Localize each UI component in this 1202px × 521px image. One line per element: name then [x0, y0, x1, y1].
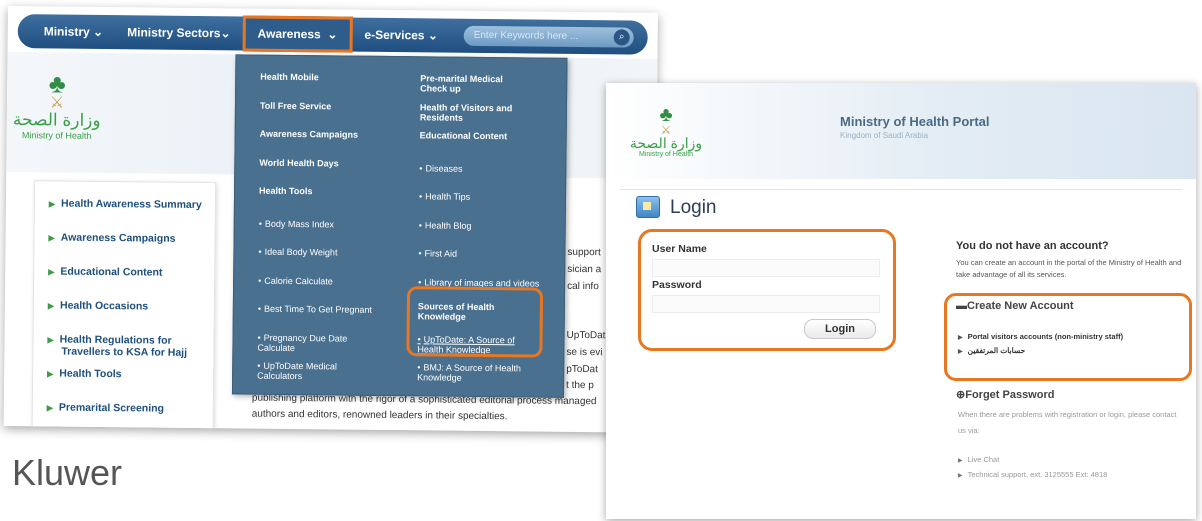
triangle-right-icon: ▶	[47, 301, 55, 311]
nav-ministry[interactable]: Ministry ⌄	[32, 14, 116, 49]
bullet-icon: •	[418, 191, 423, 202]
menu-item-health-blog[interactable]: • Health Blog	[419, 220, 559, 231]
menu-item-pregnancy-due-date[interactable]: • Pregnancy Due Date Calculate	[257, 333, 367, 354]
triangle-right-icon: ▶	[958, 473, 963, 479]
chevron-down-icon: ⌄	[93, 24, 104, 39]
sidebar-item-educational-content[interactable]: ▶ Educational Content	[48, 265, 208, 279]
forget-password-description: When there are problems with registratio…	[958, 410, 1177, 435]
login-heading: Login	[670, 197, 717, 218]
body-text-fragment: UpToDat	[566, 329, 606, 342]
search-icon[interactable]: ⌕	[613, 29, 630, 46]
menu-item-awareness-campaigns[interactable]: Awareness Campaigns	[260, 129, 400, 140]
create-account-highlight-box	[944, 293, 1192, 381]
menu-item-health-visitors-residents[interactable]: Health of Visitors and Residents	[420, 102, 540, 123]
sidebar-item-awareness-campaigns[interactable]: ▶ Awareness Campaigns	[49, 231, 209, 245]
sidebar-item-health-occasions[interactable]: ▶ Health Occasions	[48, 299, 208, 313]
palm-icon: ♣	[659, 104, 673, 126]
chevron-down-icon: ⌄	[427, 28, 438, 43]
sidebar-item-health-tools[interactable]: ▶ Health Tools	[47, 367, 207, 381]
triangle-right-icon: ▶	[958, 458, 963, 464]
caption-text: Kluwer	[12, 452, 123, 493]
forget-password-heading: ⊕Forget Password	[956, 389, 1055, 401]
body-text-line: authors and editors, renowned leaders in…	[251, 408, 508, 423]
ministry-logo[interactable]: ♣ ⚔ وزارة الصحة Ministry of Health	[7, 68, 108, 141]
menu-item-best-time-pregnant[interactable]: • Best Time To Get Pregnant	[258, 304, 398, 315]
body-text-fragment: cal info	[567, 280, 599, 293]
menu-item-toll-free-service[interactable]: Toll Free Service	[260, 101, 400, 112]
crossed-swords-icon: ⚔	[660, 123, 672, 137]
triangle-right-icon: ▶	[48, 267, 55, 277]
menu-item-body-mass-index[interactable]: • Body Mass Index	[259, 219, 399, 230]
portal-subtitle: Kingdom of Saudi Arabia	[840, 131, 929, 140]
sidebar-item-premarital-screening[interactable]: ▶ Premarital Screening	[47, 401, 207, 415]
ministry-logo[interactable]: ♣ ⚔ وزارة الصحة Ministry of Health	[626, 105, 706, 158]
body-text-fragment: support	[567, 246, 601, 259]
bullet-icon: •	[257, 303, 262, 314]
bullet-icon: •	[418, 248, 422, 259]
sidebar-item-health-awareness-summary[interactable]: ▶ Health Awareness Summary	[49, 197, 209, 211]
sources-highlight-box	[406, 286, 544, 358]
bullet-icon: •	[418, 220, 422, 231]
chevron-down-icon: ⌄	[327, 27, 338, 42]
menu-item-health-mobile[interactable]: Health Mobile	[260, 72, 400, 83]
menu-item-world-health-days[interactable]: World Health Days	[259, 158, 399, 169]
login-window-icon	[636, 196, 660, 218]
menu-item-calorie-calculate[interactable]: • Calorie Calculate	[258, 276, 398, 287]
sidebar-item-hajj-regulations[interactable]: ▶ Health Regulations for Travellers to KS…	[47, 333, 221, 359]
palm-icon: ♣	[48, 68, 66, 99]
live-chat-link[interactable]: ▶ Live Chat	[958, 455, 999, 464]
nav-awareness[interactable]: Awareness ⌄	[242, 15, 353, 53]
body-text-fragment: se is evi	[566, 346, 603, 359]
login-page-screenshot: ♣ ⚔ وزارة الصحة Ministry of Health Minis…	[606, 83, 1196, 519]
chevron-down-icon: ⌄	[220, 26, 231, 41]
triangle-right-icon: ▶	[46, 403, 53, 413]
bullet-icon: •	[258, 275, 262, 286]
portal-title: Ministry of Health Portal	[840, 114, 990, 129]
header-divider	[620, 189, 1182, 190]
menu-item-health-tools[interactable]: Health Tools	[259, 186, 399, 197]
nav-e-services[interactable]: e-Services ⌄	[352, 18, 450, 53]
triangle-right-icon: ▶	[47, 335, 54, 345]
body-text-fragment: pToDat	[566, 363, 598, 376]
no-account-heading: You do not have an account?	[956, 240, 1109, 252]
login-highlight-box	[638, 229, 896, 351]
menu-item-ideal-body-weight[interactable]: • Ideal Body Weight	[258, 247, 398, 258]
triangle-right-icon: ▶	[47, 369, 54, 379]
menu-item-bmj-source[interactable]: • BMJ: A Source of Health Knowledge	[417, 362, 537, 383]
no-account-description: You can create an account in the portal …	[956, 258, 1182, 279]
menu-item-first-aid[interactable]: • First Aid	[418, 248, 558, 259]
body-text-fragment: sician a	[567, 263, 602, 276]
bullet-icon: •	[419, 163, 423, 174]
menu-item-diseases[interactable]: • Diseases	[419, 163, 559, 174]
triangle-right-icon: ▶	[48, 233, 55, 243]
crossed-swords-icon: ⚔	[49, 94, 65, 112]
search-input[interactable]: Enter Keywords here ... ⌕	[463, 25, 634, 48]
plus-icon: ⊕	[956, 389, 966, 401]
menu-item-health-tips[interactable]: • Health Tips	[419, 191, 559, 202]
nav-ministry-sectors[interactable]: Ministry Sectors⌄	[115, 15, 243, 50]
menu-item-premarital-check-up[interactable]: Pre-marital Medical Check up	[420, 73, 530, 94]
bullet-icon: •	[417, 362, 421, 373]
bullet-icon: •	[258, 218, 262, 229]
bullet-icon: •	[257, 332, 261, 343]
body-text-fragment: t the p	[566, 379, 594, 392]
menu-item-uptodate-calculators[interactable]: • UpToDate Medical Calculators	[257, 361, 357, 382]
sidebar-menu: ▶ Health Awareness Summary ▶ Awareness Cam…	[31, 180, 217, 431]
menu-item-educational-content[interactable]: Educational Content	[420, 130, 560, 141]
bullet-icon: •	[257, 360, 261, 371]
technical-support-link[interactable]: ▶ Technical support, ext. 3125555 Ext: 48…	[958, 470, 1107, 479]
awareness-page-screenshot: Ministry ⌄ Ministry Sectors⌄ Awareness ⌄…	[3, 6, 658, 433]
triangle-right-icon: ▶	[48, 199, 56, 209]
top-navigation: Ministry ⌄ Ministry Sectors⌄ Awareness ⌄…	[17, 14, 648, 55]
bullet-icon: •	[258, 246, 262, 257]
